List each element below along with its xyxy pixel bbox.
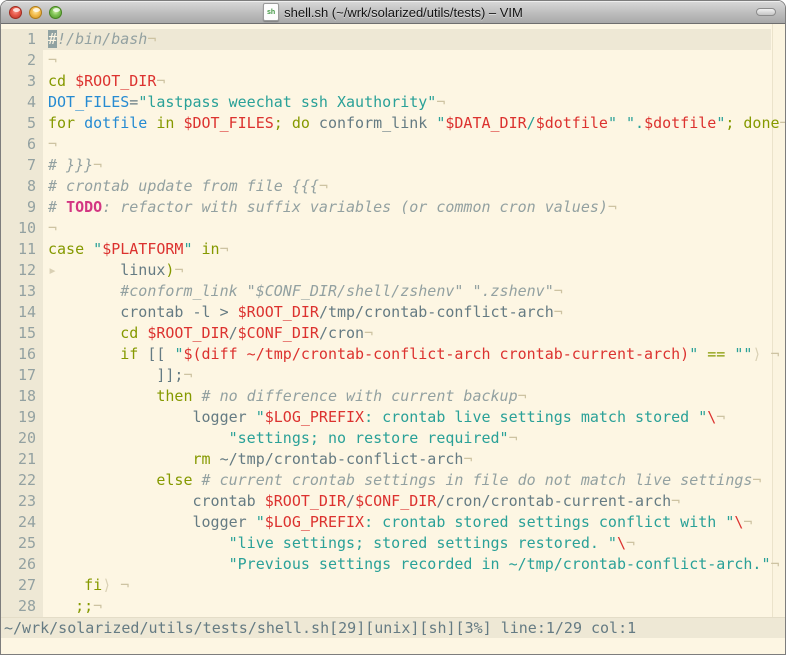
line-number: 15 bbox=[1, 323, 43, 344]
code-text: crontab -l > $ROOT_DIR/tmp/crontab-confl… bbox=[43, 302, 771, 323]
code-text: for dotfile in $DOT_FILES; do conform_li… bbox=[43, 113, 786, 134]
line-number: 3 bbox=[1, 71, 43, 92]
line-number: 22 bbox=[1, 470, 43, 491]
toolbar-toggle-button[interactable] bbox=[756, 8, 776, 16]
code-text: # crontab update from file {{{¬ bbox=[43, 176, 771, 197]
code-text: ¬ bbox=[43, 134, 771, 155]
line-number: 24 bbox=[1, 512, 43, 533]
code-text: ;;¬ bbox=[43, 596, 771, 617]
line-number: 20 bbox=[1, 428, 43, 449]
document-icon: sh bbox=[263, 3, 279, 21]
code-line[interactable]: 26 "Previous settings recorded in ~/tmp/… bbox=[1, 554, 785, 575]
code-line[interactable]: 25 "live settings; stored settings resto… bbox=[1, 533, 785, 554]
minimize-button[interactable] bbox=[29, 6, 42, 19]
line-number: 14 bbox=[1, 302, 43, 323]
line-number: 8 bbox=[1, 176, 43, 197]
code-line[interactable]: 8# crontab update from file {{{¬ bbox=[1, 176, 785, 197]
code-text: fi⟩ ¬ bbox=[43, 575, 771, 596]
line-number: 25 bbox=[1, 533, 43, 554]
code-text: ]];¬ bbox=[43, 365, 771, 386]
code-text: "live settings; stored settings restored… bbox=[43, 533, 771, 554]
code-text: ▸ linux)¬ bbox=[43, 260, 771, 281]
vim-status-line: ~/wrk/solarized/utils/tests/shell.sh[29]… bbox=[1, 617, 785, 638]
zoom-button[interactable] bbox=[49, 6, 62, 19]
code-line[interactable]: 10¬ bbox=[1, 218, 785, 239]
code-text: "Previous settings recorded in ~/tmp/cro… bbox=[43, 554, 780, 575]
code-text: # }}}¬ bbox=[43, 155, 771, 176]
vim-window: sh shell.sh (~/wrk/solarized/utils/tests… bbox=[0, 0, 786, 655]
code-line[interactable]: 18 then # no difference with current bac… bbox=[1, 386, 785, 407]
code-line[interactable]: 17 ]];¬ bbox=[1, 365, 785, 386]
code-line[interactable]: 7# }}}¬ bbox=[1, 155, 785, 176]
cursor: # bbox=[48, 30, 57, 48]
code-text: rm ~/tmp/crontab-conflict-arch¬ bbox=[43, 449, 771, 470]
code-text: "settings; no restore required"¬ bbox=[43, 428, 771, 449]
code-line[interactable]: 14 crontab -l > $ROOT_DIR/tmp/crontab-co… bbox=[1, 302, 785, 323]
window-controls bbox=[9, 6, 62, 19]
window-title: shell.sh (~/wrk/solarized/utils/tests) –… bbox=[284, 5, 523, 20]
line-number: 4 bbox=[1, 92, 43, 113]
code-text: cd $ROOT_DIR/$CONF_DIR/cron¬ bbox=[43, 323, 771, 344]
code-line[interactable]: 5for dotfile in $DOT_FILES; do conform_l… bbox=[1, 113, 785, 134]
code-line[interactable]: 4DOT_FILES="lastpass weechat ssh Xauthor… bbox=[1, 92, 785, 113]
code-line[interactable]: 15 cd $ROOT_DIR/$CONF_DIR/cron¬ bbox=[1, 323, 785, 344]
code-line[interactable]: 27 fi⟩ ¬ bbox=[1, 575, 785, 596]
code-line[interactable]: 2¬ bbox=[1, 50, 785, 71]
line-number: 7 bbox=[1, 155, 43, 176]
code-line[interactable]: 19 logger "$LOG_PREFIX: crontab live set… bbox=[1, 407, 785, 428]
code-line[interactable]: 20 "settings; no restore required"¬ bbox=[1, 428, 785, 449]
line-number: 27 bbox=[1, 575, 43, 596]
line-number: 1 bbox=[1, 29, 43, 50]
code-text: ¬ bbox=[43, 50, 771, 71]
line-number: 19 bbox=[1, 407, 43, 428]
code-line[interactable]: 23 crontab $ROOT_DIR/$CONF_DIR/cron/cron… bbox=[1, 491, 785, 512]
line-number: 5 bbox=[1, 113, 43, 134]
code-line[interactable]: 21 rm ~/tmp/crontab-conflict-arch¬ bbox=[1, 449, 785, 470]
code-text: case "$PLATFORM" in¬ bbox=[43, 239, 771, 260]
code-text: #conform_link "$CONF_DIR/shell/zshenv" "… bbox=[43, 281, 771, 302]
line-number: 16 bbox=[1, 344, 43, 365]
line-number: 11 bbox=[1, 239, 43, 260]
code-line[interactable]: 28 ;;¬ bbox=[1, 596, 785, 617]
code-line[interactable]: 13 #conform_link "$CONF_DIR/shell/zshenv… bbox=[1, 281, 785, 302]
code-text: logger "$LOG_PREFIX: crontab live settin… bbox=[43, 407, 771, 428]
code-line[interactable]: 1#!/bin/bash¬ bbox=[1, 29, 785, 50]
line-number: 17 bbox=[1, 365, 43, 386]
code-text: ¬ bbox=[43, 218, 771, 239]
code-line[interactable]: 12▸ linux)¬ bbox=[1, 260, 785, 281]
line-number: 9 bbox=[1, 197, 43, 218]
vim-command-line[interactable] bbox=[1, 638, 785, 655]
title-bar[interactable]: sh shell.sh (~/wrk/solarized/utils/tests… bbox=[1, 1, 785, 24]
code-text: crontab $ROOT_DIR/$CONF_DIR/cron/crontab… bbox=[43, 491, 771, 512]
line-number: 2 bbox=[1, 50, 43, 71]
code-line[interactable]: 3cd $ROOT_DIR¬ bbox=[1, 71, 785, 92]
code-text: logger "$LOG_PREFIX: crontab stored sett… bbox=[43, 512, 771, 533]
line-number: 26 bbox=[1, 554, 43, 575]
line-number: 12 bbox=[1, 260, 43, 281]
code-area[interactable]: 1#!/bin/bash¬2¬3cd $ROOT_DIR¬4DOT_FILES=… bbox=[1, 24, 785, 617]
line-number: 6 bbox=[1, 134, 43, 155]
code-text: #!/bin/bash¬ bbox=[43, 29, 771, 50]
code-text: # TODO: refactor with suffix variables (… bbox=[43, 197, 771, 218]
code-line[interactable]: 6¬ bbox=[1, 134, 785, 155]
close-button[interactable] bbox=[9, 6, 22, 19]
code-text: if [[ "$(diff ~/tmp/crontab-conflict-arc… bbox=[43, 344, 780, 365]
line-number: 18 bbox=[1, 386, 43, 407]
line-number: 21 bbox=[1, 449, 43, 470]
line-number: 28 bbox=[1, 596, 43, 617]
line-number: 13 bbox=[1, 281, 43, 302]
line-number: 10 bbox=[1, 218, 43, 239]
code-line[interactable]: 11case "$PLATFORM" in¬ bbox=[1, 239, 785, 260]
code-text: then # no difference with current backup… bbox=[43, 386, 771, 407]
code-text: else # current crontab settings in file … bbox=[43, 470, 771, 491]
code-text: DOT_FILES="lastpass weechat ssh Xauthori… bbox=[43, 92, 771, 113]
code-line[interactable]: 16 if [[ "$(diff ~/tmp/crontab-conflict-… bbox=[1, 344, 785, 365]
code-line[interactable]: 22 else # current crontab settings in fi… bbox=[1, 470, 785, 491]
line-number: 23 bbox=[1, 491, 43, 512]
code-line[interactable]: 24 logger "$LOG_PREFIX: crontab stored s… bbox=[1, 512, 785, 533]
code-line[interactable]: 9# TODO: refactor with suffix variables … bbox=[1, 197, 785, 218]
code-text: cd $ROOT_DIR¬ bbox=[43, 71, 771, 92]
